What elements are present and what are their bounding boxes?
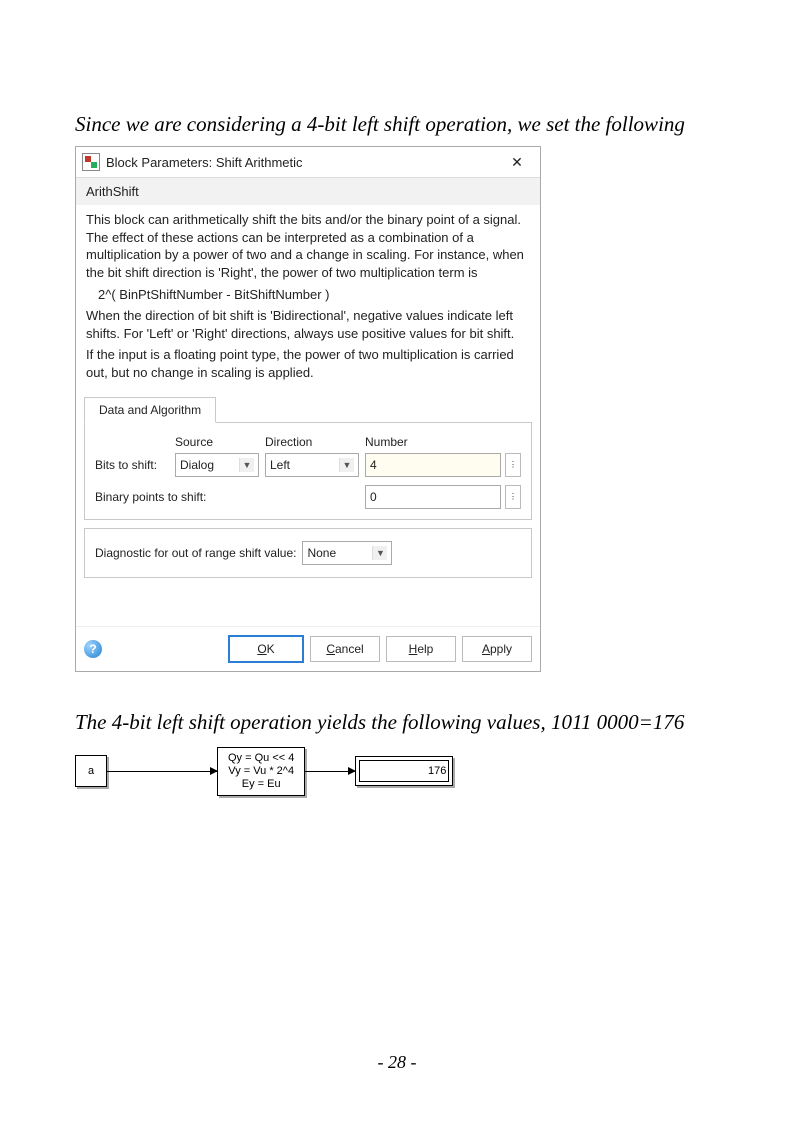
intro-text: Since we are considering a 4-bit left sh… [75, 110, 719, 138]
bits-source-select[interactable]: Dialog ▼ [175, 453, 259, 477]
diagnostic-select[interactable]: None ▼ [302, 541, 392, 565]
bits-source-value: Dialog [180, 458, 214, 472]
button-bar: ? OK Cancel Help Apply [76, 626, 540, 671]
app-icon [82, 153, 100, 171]
data-panel: Source Direction Number Bits to shift: D… [84, 422, 532, 520]
cancel-button[interactable]: Cancel [310, 636, 380, 662]
shift-line1: Qy = Qu << 4 [228, 752, 294, 765]
section-header: ArithShift [76, 178, 540, 205]
shift-line3: Ey = Eu [228, 778, 294, 791]
bits-number-stepper[interactable]: ⋮ [505, 453, 521, 477]
desc-p1: This block can arithmetically shift the … [86, 211, 530, 229]
bits-direction-select[interactable]: Left ▼ [265, 453, 359, 477]
chevron-down-icon: ▼ [339, 458, 354, 472]
hdr-number: Number [365, 435, 521, 449]
result-text: The 4-bit left shift operation yields th… [75, 708, 719, 736]
binary-points-stepper[interactable]: ⋮ [505, 485, 521, 509]
block-display-output: 176 [355, 756, 453, 786]
hdr-source: Source [175, 435, 265, 449]
shift-line2: Vy = Vu * 2^4 [228, 765, 294, 778]
lbl-binary-points: Binary points to shift: [95, 490, 365, 504]
diagnostic-value: None [307, 546, 336, 560]
chevron-down-icon: ▼ [239, 458, 254, 472]
ok-button[interactable]: OK [228, 635, 304, 663]
bits-direction-value: Left [270, 458, 290, 472]
titlebar: Block Parameters: Shift Arithmetic ✕ [76, 147, 540, 178]
dialog-title: Block Parameters: Shift Arithmetic [106, 155, 500, 170]
bits-number-input[interactable]: 4 [365, 453, 501, 477]
block-parameters-dialog: Block Parameters: Shift Arithmetic ✕ Ari… [75, 146, 541, 672]
hdr-direction: Direction [265, 435, 365, 449]
close-icon[interactable]: ✕ [500, 150, 534, 174]
block-input-a: a [75, 755, 107, 787]
lbl-diagnostic: Diagnostic for out of range shift value: [95, 546, 296, 560]
simulink-diagram: a Qy = Qu << 4 Vy = Vu * 2^4 Ey = Eu 176 [75, 747, 719, 797]
binary-points-input[interactable]: 0 [365, 485, 501, 509]
description: This block can arithmetically shift the … [76, 205, 540, 391]
help-button[interactable]: Help [386, 636, 456, 662]
desc-p4: If the input is a floating point type, t… [86, 346, 530, 381]
block-shift: Qy = Qu << 4 Vy = Vu * 2^4 Ey = Eu [217, 747, 305, 797]
desc-eq: 2^( BinPtShiftNumber - BitShiftNumber ) [86, 282, 530, 308]
tab-data-algorithm[interactable]: Data and Algorithm [84, 397, 216, 423]
chevron-down-icon: ▼ [372, 546, 387, 560]
desc-p2: The effect of these actions can be inter… [86, 229, 530, 282]
lbl-bits-to-shift: Bits to shift: [95, 458, 175, 472]
desc-p3: When the direction of bit shift is 'Bidi… [86, 307, 530, 342]
diagnostic-panel: Diagnostic for out of range shift value:… [84, 528, 532, 578]
page-number: - 28 - [0, 1052, 794, 1073]
apply-button[interactable]: Apply [462, 636, 532, 662]
help-icon[interactable]: ? [84, 640, 102, 658]
arrow-icon [305, 771, 355, 772]
arrow-icon [107, 771, 217, 772]
